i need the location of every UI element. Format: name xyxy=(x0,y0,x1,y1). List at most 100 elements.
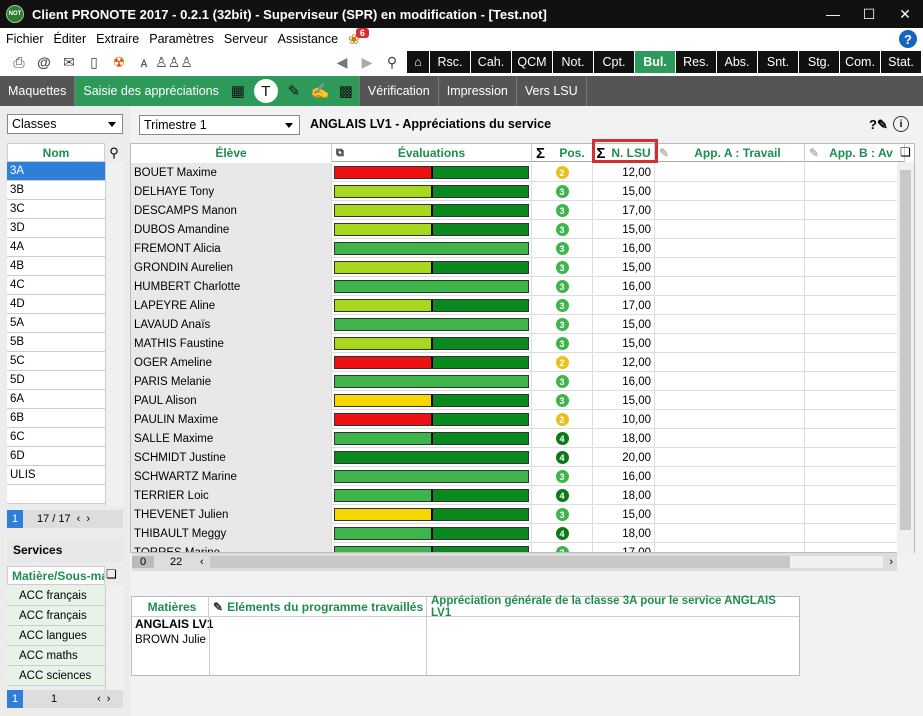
signature-icon[interactable]: ✎ xyxy=(281,76,307,106)
student-name[interactable]: DUBOS Amandine xyxy=(131,220,332,239)
student-name[interactable]: DELHAYE Tony xyxy=(131,182,332,201)
scroll-left-icon[interactable]: ‹ xyxy=(200,556,204,568)
minimize-icon[interactable]: — xyxy=(815,0,851,28)
lsu-grade[interactable]: 15,00 xyxy=(593,258,655,277)
table-row[interactable]: DESCAMPS Manon 3 17,00 xyxy=(131,201,905,220)
appreciation-a-cell[interactable] xyxy=(655,258,805,277)
appreciation-b-cell[interactable] xyxy=(805,505,905,524)
email-icon[interactable]: @ xyxy=(33,52,55,72)
appreciation-a-cell[interactable] xyxy=(655,334,805,353)
student-name[interactable]: TERRIER Loic xyxy=(131,486,332,505)
appreciation-b-cell[interactable] xyxy=(805,543,905,552)
notification-badge[interactable]: 6 xyxy=(355,28,369,38)
class-item[interactable]: 6A xyxy=(7,390,105,409)
student-name[interactable]: OGER Ameline xyxy=(131,353,332,372)
table-row[interactable]: GRONDIN Aurelien 3 15,00 xyxy=(131,258,905,277)
class-item[interactable]: 5B xyxy=(7,333,105,352)
lsu-grade[interactable]: 18,00 xyxy=(593,524,655,543)
info-icon[interactable]: i xyxy=(893,116,909,132)
appreciation-b-cell[interactable] xyxy=(805,353,905,372)
table-row[interactable]: BOUET Maxime 2 12,00 xyxy=(131,163,905,182)
appreciation-b-cell[interactable] xyxy=(805,372,905,391)
lsu-grade[interactable]: 16,00 xyxy=(593,467,655,486)
phone-icon[interactable]: ▯ xyxy=(83,52,105,72)
appreciation-a-cell[interactable] xyxy=(655,391,805,410)
lsu-grade[interactable]: 17,00 xyxy=(593,296,655,315)
student-name[interactable]: MATHIS Faustine xyxy=(131,334,332,353)
lsu-grade[interactable]: 20,00 xyxy=(593,448,655,467)
service-item[interactable]: ACC français xyxy=(7,606,105,626)
appreciation-a-cell[interactable] xyxy=(655,296,805,315)
lsu-grade[interactable]: 15,00 xyxy=(593,505,655,524)
appreciation-b-cell[interactable] xyxy=(805,429,905,448)
lsu-grade[interactable]: 18,00 xyxy=(593,429,655,448)
service-item[interactable]: ACC français xyxy=(7,586,105,606)
student-name[interactable]: PAUL Alison xyxy=(131,391,332,410)
lsu-grade[interactable]: 17,00 xyxy=(593,543,655,552)
appreciation-b-cell[interactable] xyxy=(805,334,905,353)
lsu-grade[interactable]: 15,00 xyxy=(593,220,655,239)
services-prev-icon[interactable]: ‹ xyxy=(97,693,101,705)
next-page-icon[interactable]: › xyxy=(86,513,90,525)
appreciation-b-cell[interactable] xyxy=(805,201,905,220)
horizontal-scroll-thumb[interactable] xyxy=(209,556,790,568)
appreciation-a-cell[interactable] xyxy=(655,486,805,505)
appreciation-a-cell[interactable] xyxy=(655,201,805,220)
lsu-grade[interactable]: 16,00 xyxy=(593,372,655,391)
classes-combo[interactable]: Classes xyxy=(7,114,123,134)
horizontal-scrollbar[interactable] xyxy=(209,556,884,568)
appreciation-a-cell[interactable] xyxy=(655,505,805,524)
class-item[interactable]: 4C xyxy=(7,276,105,295)
menu-assistance[interactable]: Assistance xyxy=(278,32,338,46)
appreciation-a-cell[interactable] xyxy=(655,220,805,239)
student-name[interactable]: PARIS Melanie xyxy=(131,372,332,391)
tab-not[interactable]: Not. xyxy=(553,51,593,73)
student-name[interactable]: FREMONT Alicia xyxy=(131,239,332,258)
appreciation-b-cell[interactable] xyxy=(805,182,905,201)
lsu-grade[interactable]: 15,00 xyxy=(593,391,655,410)
class-item[interactable]: 3B xyxy=(7,181,105,200)
appreciation-a-cell[interactable] xyxy=(655,429,805,448)
service-item[interactable]: ACC maths xyxy=(7,646,105,666)
eleve-header[interactable]: Élève xyxy=(131,144,332,162)
table-row[interactable]: DELHAYE Tony 3 15,00 xyxy=(131,182,905,201)
class-item[interactable]: ULIS xyxy=(7,466,105,485)
appreciation-a-cell[interactable] xyxy=(655,182,805,201)
table-row[interactable]: DUBOS Amandine 3 15,00 xyxy=(131,220,905,239)
student-name[interactable]: LAPEYRE Aline xyxy=(131,296,332,315)
table-row[interactable]: HUMBERT Charlotte 3 16,00 xyxy=(131,277,905,296)
evaluations-header[interactable]: ⧉ Évaluations xyxy=(332,144,532,162)
table-row[interactable]: PAULIN Maxime 2 10,00 xyxy=(131,410,905,429)
elements-cell[interactable] xyxy=(209,617,427,675)
pen-list-icon[interactable]: ✍ xyxy=(307,76,333,106)
table-row[interactable]: TORRES Marine 3 17,00 xyxy=(131,543,905,552)
student-name[interactable]: BOUET Maxime xyxy=(131,163,332,182)
help-pen-icon[interactable]: ?✎ xyxy=(869,117,888,133)
appreciation-a-cell[interactable] xyxy=(655,372,805,391)
appa-header[interactable]: ✎ App. A : Travail xyxy=(655,144,805,162)
appb-header[interactable]: ✎ App. B : Av xyxy=(805,144,905,162)
tab-cah[interactable]: Cah. xyxy=(471,51,511,73)
tab-res[interactable]: Res. xyxy=(676,51,716,73)
class-item[interactable]: 6D xyxy=(7,447,105,466)
lsu-grade[interactable]: 15,00 xyxy=(593,315,655,334)
lsu-grade[interactable]: 12,00 xyxy=(593,353,655,372)
copy-icon[interactable]: ❏ xyxy=(106,567,117,581)
period-combo[interactable]: Trimestre 1 xyxy=(139,115,300,135)
table-row[interactable]: FREMONT Alicia 3 16,00 xyxy=(131,239,905,258)
subtab-verification[interactable]: Vérification xyxy=(360,76,439,106)
appreciation-a-cell[interactable] xyxy=(655,315,805,334)
lsu-grade[interactable]: 12,00 xyxy=(593,163,655,182)
appreciation-b-cell[interactable] xyxy=(805,258,905,277)
teacher-appreciation-icon[interactable]: T xyxy=(253,79,278,103)
appreciation-b-cell[interactable] xyxy=(805,315,905,334)
subtab-saisie[interactable]: Saisie des appréciations ▦ T ✎ ✍ ▩ xyxy=(75,76,360,106)
lsu-grade[interactable]: 16,00 xyxy=(593,239,655,258)
pos-header[interactable]: Σ Pos. xyxy=(532,144,593,162)
services-scrollbar[interactable] xyxy=(105,586,123,690)
lsu-grade[interactable]: 18,00 xyxy=(593,486,655,505)
student-name[interactable]: HUMBERT Charlotte xyxy=(131,277,332,296)
appreciation-header[interactable]: Appréciation générale de la classe 3A po… xyxy=(427,595,799,619)
appreciation-b-cell[interactable] xyxy=(805,163,905,182)
tab-stat[interactable]: Stat. xyxy=(881,51,921,73)
